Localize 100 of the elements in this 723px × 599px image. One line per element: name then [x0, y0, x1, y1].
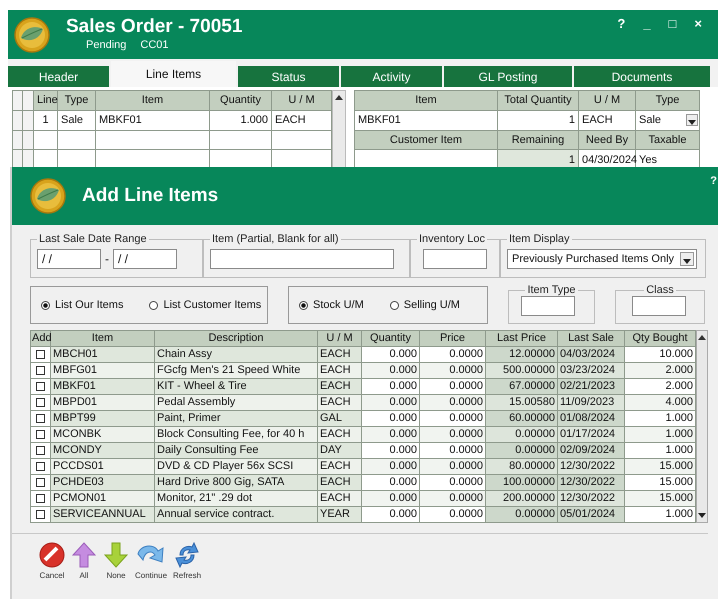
location-field[interactable] [423, 249, 487, 269]
tab[interactable]: Status [238, 66, 341, 87]
column-header: Quantity [210, 90, 272, 110]
checkbox[interactable] [36, 446, 45, 455]
checkbox[interactable] [36, 366, 45, 375]
table-cell: MCONBK [50, 426, 154, 442]
close-button[interactable]: × [692, 16, 704, 31]
dropdown-arrow-icon[interactable] [688, 120, 696, 125]
table-cell: 80.00000 [486, 458, 558, 474]
table-cell: 0.00000 [486, 442, 558, 458]
item-display-dropdown[interactable]: Previously Purchased Items Only [507, 249, 697, 269]
scrollbar[interactable] [332, 90, 346, 167]
table-cell: EACH [578, 110, 636, 130]
table-cell: FGcfg Men's 21 Speed White [154, 362, 318, 378]
checkbox[interactable] [36, 462, 45, 471]
table-cell: 12/30/2022 [558, 474, 624, 490]
date-field[interactable]: / / [37, 249, 101, 269]
column-header: Remaining [498, 130, 578, 150]
column-header: Taxable [636, 130, 700, 150]
table-cell: 0.00000 [486, 506, 558, 522]
window-title: Sales Order - 70051 [66, 16, 242, 38]
up-arrow-icon [72, 542, 96, 568]
column-header: Item [50, 330, 154, 346]
scrollbar[interactable] [696, 330, 708, 523]
table-cell: MCONDY [50, 442, 154, 458]
checkbox[interactable] [36, 382, 45, 391]
order-status: Pending [86, 38, 126, 52]
item-type-field[interactable] [521, 296, 575, 316]
no-entry-icon [39, 542, 65, 568]
group-label: Item (Partial, Blank for all) [211, 233, 340, 245]
scroll-up-icon[interactable] [335, 95, 343, 100]
scroll-down-icon[interactable] [698, 513, 706, 518]
checkbox[interactable] [36, 398, 45, 407]
table-cell: 0.000 [362, 394, 420, 410]
tab[interactable]: Activity [341, 66, 444, 87]
column-header: U / M [318, 330, 362, 346]
column-header: Item [354, 90, 498, 110]
column-header: U / M [578, 90, 636, 110]
class-field[interactable] [632, 296, 686, 316]
tab[interactable]: GL Posting [444, 66, 574, 87]
table-cell: 1.000 [624, 410, 696, 426]
none-button[interactable]: None [102, 542, 130, 580]
continue-button[interactable]: Continue [134, 542, 168, 580]
table-cell: 0.0000 [420, 410, 486, 426]
table-cell: 0.0000 [420, 474, 486, 490]
checkbox[interactable] [36, 510, 45, 519]
checkbox[interactable] [36, 478, 45, 487]
column-header: Description [154, 330, 318, 346]
table-cell: 100.00000 [486, 474, 558, 490]
table-cell: 0.0000 [420, 458, 486, 474]
group-label: Item Type [526, 284, 577, 296]
table-cell: EACH [318, 474, 362, 490]
radio-button[interactable]: Selling U/M [390, 299, 460, 311]
table-cell: 01/17/2024 [558, 426, 624, 442]
item-field[interactable] [210, 249, 394, 269]
table-cell: Chain Assy [154, 346, 318, 362]
column-header: Type [636, 90, 700, 110]
table-cell: EACH [318, 378, 362, 394]
table-cell: 200.00000 [486, 490, 558, 506]
table-cell: 1 [34, 110, 58, 130]
table-cell: 1.000 [624, 506, 696, 522]
checkbox[interactable] [36, 350, 45, 359]
scroll-up-icon[interactable] [698, 335, 706, 340]
table-cell: 1.000 [624, 426, 696, 442]
table-cell: 0.000 [362, 506, 420, 522]
table-cell: MBFG01 [50, 362, 154, 378]
all-button[interactable]: All [70, 542, 98, 580]
checkbox[interactable] [36, 430, 45, 439]
minimize-button[interactable]: _ [641, 16, 653, 31]
group-label: Last Sale Date Range [38, 233, 148, 245]
help-button[interactable]: ? [615, 16, 628, 31]
table-cell: Yes [636, 150, 700, 167]
table-cell: 15.00580 [486, 394, 558, 410]
table-cell: 02/09/2024 [558, 442, 624, 458]
radio-button[interactable]: List Customer Items [149, 299, 262, 311]
table-cell: 0.000 [362, 410, 420, 426]
tab[interactable]: Header [8, 66, 111, 87]
maximize-button[interactable]: □ [666, 16, 678, 31]
table-cell: 0.0000 [420, 362, 486, 378]
help-button[interactable]: ? [710, 175, 717, 187]
refresh-button[interactable]: Refresh [172, 542, 202, 580]
checkbox[interactable] [36, 494, 45, 503]
table-cell: EACH [318, 490, 362, 506]
radio-button[interactable]: Stock U/M [299, 299, 364, 311]
type-dropdown[interactable]: Sale [639, 114, 698, 126]
table-cell: 12.00000 [486, 346, 558, 362]
table-cell: DAY [318, 442, 362, 458]
radio-button[interactable]: List Our Items [41, 299, 124, 311]
column-header: Total Quantity [498, 90, 578, 110]
column-header: Quantity [362, 330, 420, 346]
date-field[interactable]: / / [113, 249, 177, 269]
tab[interactable]: Documents [574, 66, 712, 87]
checkbox[interactable] [36, 414, 45, 423]
table-cell: EACH [318, 362, 362, 378]
cancel-button[interactable]: Cancel [38, 542, 66, 580]
dropdown-arrow-icon[interactable] [683, 258, 691, 264]
tab[interactable]: Line Items [111, 61, 238, 87]
table-cell: YEAR [318, 506, 362, 522]
column-header: U / M [272, 90, 332, 110]
table-cell: 0.0000 [420, 378, 486, 394]
